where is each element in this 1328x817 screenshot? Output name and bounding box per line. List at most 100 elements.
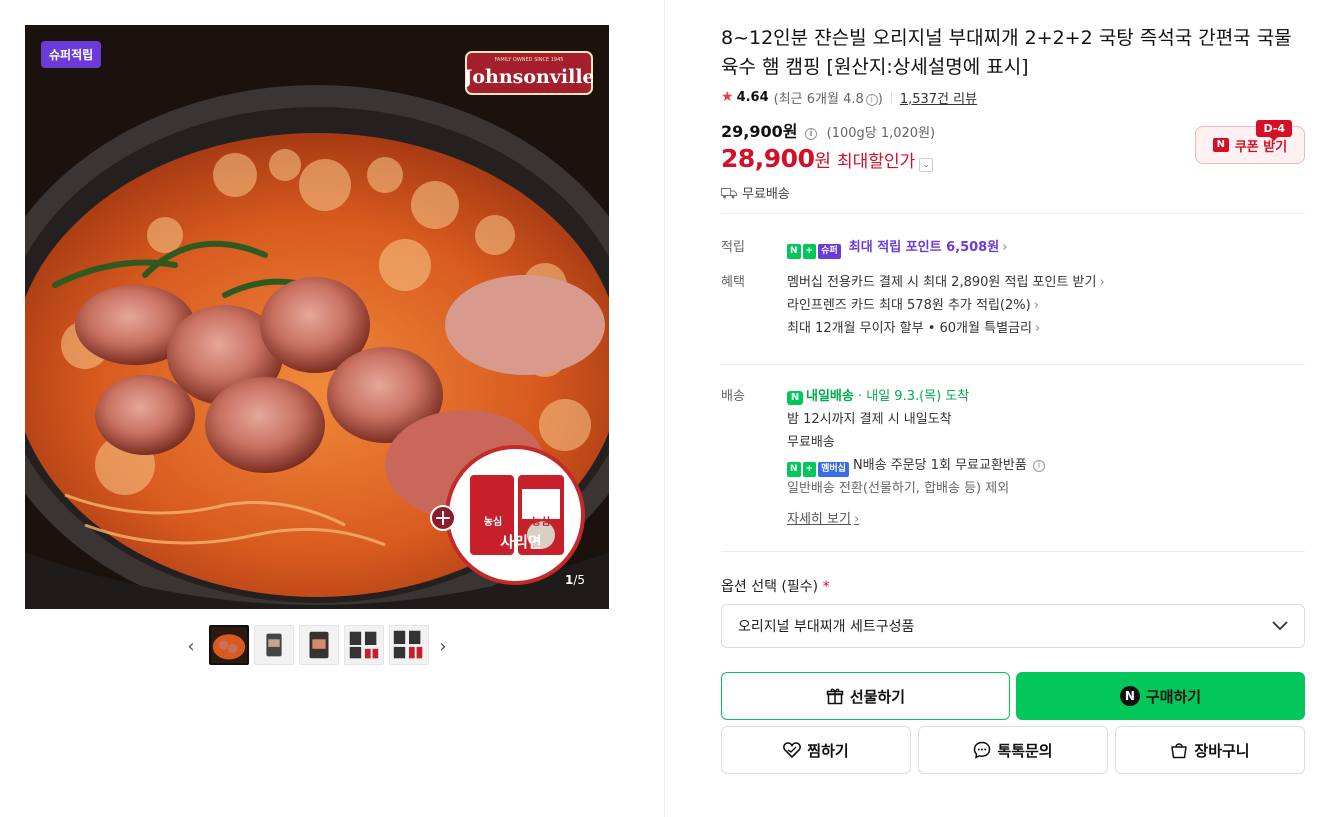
rating-row: ★ 4.64 (최근 6개월 4.8 i) 1,537건 리뷰 [721, 86, 1305, 108]
addon-plus-icon: + [430, 505, 456, 531]
benefit-item[interactable]: 멤버십 전용카드 결제 시 최대 2,890원 적립 포인트 받기 › [787, 271, 1105, 294]
counter-total: /5 [573, 573, 585, 587]
delivery-section: 배송 N 내일배송 · 내일 9.3.(목) 도착 밤 12시까지 결제 시 내일… [721, 365, 1305, 551]
coupon-label: 쿠폰 받기 [1234, 139, 1288, 155]
rating-recent: (최근 6개월 4.8 i) [774, 88, 883, 107]
johnsonville-logo: FAMILY OWNED SINCE 1945 Johnsonville [465, 51, 593, 95]
benefit-text: 멤버십 전용카드 결제 시 최대 2,890원 적립 포인트 받기 [787, 275, 1097, 290]
benefits-section: 적립 혜택 N + 슈퍼 최대 적립 포인트 6,508원 › 멤버십 전용카드 … [721, 214, 1305, 364]
divider [721, 551, 1305, 552]
rating-recent-close: ) [877, 91, 883, 107]
get-coupon-button[interactable]: D-4 N 쿠폰 받기 [1195, 120, 1305, 164]
star-icon: ★ [721, 89, 734, 105]
see-details-link[interactable]: 자세히 보기 › [787, 508, 859, 531]
separator [890, 91, 892, 103]
max-points-link[interactable]: N + 슈퍼 최대 적립 포인트 6,508원 › [787, 236, 1105, 259]
thumb-next-arrow-icon[interactable]: › [433, 635, 453, 659]
benefit-text: 라인프렌즈 카드 최대 578원 추가 적립(2%) [787, 298, 1031, 313]
naver-pay-icon: N [1119, 686, 1140, 706]
truck-icon [721, 187, 737, 198]
chat-bubble-icon [974, 741, 991, 759]
cart-button[interactable]: 장바구니 [1115, 726, 1305, 774]
tomorrow-delivery-row: N 내일배송 · 내일 9.3.(목) 도착 [787, 385, 1045, 408]
thumbnail-4[interactable] [344, 625, 384, 665]
naver-n-icon: N [1212, 138, 1229, 152]
svg-text:사리면: 사리면 [500, 533, 541, 551]
free-shipping-text: 무료배송 [742, 187, 790, 202]
thumbnail-strip: ‹ › [25, 625, 609, 669]
tomorrow-delivery-label: 내일배송 [806, 389, 854, 404]
delivery-date: · 내일 9.3.(목) 도착 [857, 389, 970, 404]
svg-text:농심: 농심 [532, 515, 550, 528]
info-icon[interactable]: i [1033, 460, 1045, 472]
rating-score: 4.64 [736, 89, 769, 105]
primary-actions: 선물하기 N 구매하기 [721, 672, 1305, 720]
heart-icon [783, 742, 802, 758]
price-info-icon[interactable]: i [805, 128, 818, 140]
column-divider [664, 0, 665, 817]
thumbnail-5[interactable] [389, 625, 429, 665]
chevron-down-icon [1272, 621, 1288, 631]
delivery-exclusion: 일반배송 전환(선물하기, 합배송 등) 제외 [787, 481, 1010, 496]
buy-button[interactable]: N 구매하기 [1016, 672, 1305, 720]
delivery-free: 무료배송 [787, 435, 835, 450]
product-gallery: 슈퍼적립 FAMILY OWNED SINCE 1945 Johnsonvill… [25, 25, 609, 669]
chevron-right-icon: › [1099, 275, 1105, 290]
chevron-right-icon: › [1002, 240, 1008, 255]
naver-n-icon: N [787, 391, 803, 405]
benefit-text: 최대 12개월 무이자 할부 • 60개월 특별금리 [787, 321, 1032, 336]
naver-plus-super-tag: N + 슈퍼 [787, 244, 841, 259]
benefit-item[interactable]: 라인프렌즈 카드 최대 578원 추가 적립(2%) › [787, 294, 1105, 317]
free-return-text: N배송 주문당 1회 무료교환반품 [852, 458, 1027, 473]
thumbnail-list [209, 625, 429, 665]
tag-n: N [787, 244, 801, 259]
tag-super: 슈퍼 [818, 244, 841, 259]
thumbnail-1[interactable] [209, 625, 249, 665]
chevron-right-icon: › [853, 512, 860, 527]
gift-button[interactable]: 선물하기 [721, 672, 1010, 720]
thumb-prev-arrow-icon[interactable]: ‹ [181, 635, 201, 659]
gift-label: 선물하기 [849, 687, 906, 706]
cart-label: 장바구니 [1194, 741, 1250, 760]
secondary-actions: 찜하기 톡톡문의 장바구니 [721, 726, 1305, 774]
thumbnail-2[interactable] [254, 625, 294, 665]
original-price: 29,900원 [721, 122, 798, 141]
option-label-text: 옵션 선택 (필수) [721, 579, 819, 595]
chevron-right-icon: › [1033, 298, 1039, 313]
info-icon[interactable]: i [865, 93, 878, 106]
free-shipping-row: 무료배송 [721, 183, 1305, 202]
max-discount-label[interactable]: 최대할인가 [837, 147, 915, 172]
review-count-link[interactable]: 1,537건 리뷰 [900, 88, 977, 107]
required-mark: * [822, 579, 830, 595]
rating-recent-text: (최근 6개월 4.8 [773, 91, 864, 107]
wishlist-label: 찜하기 [807, 741, 849, 760]
tomorrow-delivery-tag: N 내일배송 [787, 389, 854, 405]
talk-inquiry-button[interactable]: 톡톡문의 [918, 726, 1108, 774]
dday-badge: D-4 [1256, 120, 1292, 141]
tag-plus: + [802, 244, 817, 259]
svg-text:농심: 농심 [484, 515, 502, 528]
points-label: 적립 [721, 240, 745, 255]
product-info: 8~12인분 쟌슨빌 오리지널 부대찌개 2+2+2 국탕 즉석국 간편국 국물… [721, 24, 1305, 774]
sale-price: 28,900 [721, 144, 815, 173]
wishlist-button[interactable]: 찜하기 [721, 726, 911, 774]
delivery-body: N 내일배송 · 내일 9.3.(목) 도착 밤 12시까지 결제 시 내일도착 … [787, 385, 1045, 531]
option-select[interactable]: 오리지널 부대찌개 세트구성품 [721, 604, 1305, 648]
main-product-image[interactable]: 슈퍼적립 FAMILY OWNED SINCE 1945 Johnsonvill… [25, 25, 609, 609]
chevron-right-icon: › [1034, 321, 1041, 336]
buy-label: 구매하기 [1145, 687, 1202, 706]
super-points-badge: 슈퍼적립 [41, 41, 102, 68]
chevron-down-icon[interactable]: ⌄ [919, 158, 934, 172]
svg-text:Johnsonville: Johnsonville [465, 66, 593, 88]
sale-price-unit: 원 [814, 151, 832, 172]
benefits-body: N + 슈퍼 최대 적립 포인트 6,508원 › 멤버십 전용카드 결제 시 최… [787, 236, 1105, 340]
shopping-bag-icon [1171, 743, 1188, 759]
thumbnail-3[interactable] [299, 625, 339, 665]
max-points-text: 최대 적립 포인트 6,508원 [848, 240, 1000, 255]
tag-n: N [787, 462, 801, 477]
benefit-item[interactable]: 최대 12개월 무이자 할부 • 60개월 특별금리 › [787, 317, 1105, 340]
option-selected-value: 오리지널 부대찌개 세트구성품 [738, 619, 915, 635]
product-title: 8~12인분 쟌슨빌 오리지널 부대찌개 2+2+2 국탕 즉석국 간편국 국물… [721, 27, 1292, 78]
unit-price-note: (100g당 1,020원) [826, 126, 936, 141]
free-return-row: N + 멤버십 N배송 주문당 1회 무료교환반품 i [787, 454, 1045, 477]
